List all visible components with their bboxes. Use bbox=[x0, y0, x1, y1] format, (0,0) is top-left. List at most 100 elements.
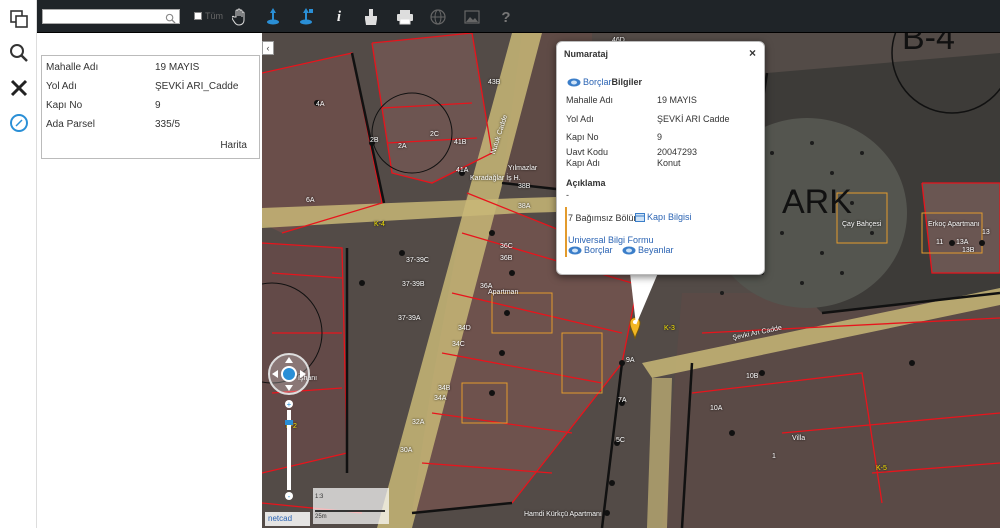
harita-link[interactable]: Harita bbox=[220, 140, 247, 151]
table-icon bbox=[635, 212, 645, 222]
map-label: Hamdi Kürkçü Apartmanı bbox=[524, 511, 602, 518]
info-glyph: i bbox=[336, 8, 342, 25]
popup-row-value: 9 bbox=[657, 132, 663, 142]
popup-row-value: ŞEVKİ ARI Cadde bbox=[657, 114, 730, 124]
map-label: 37-39C bbox=[406, 257, 429, 264]
info-row-value: 19 MAYIS bbox=[155, 62, 200, 73]
globe-icon[interactable] bbox=[427, 6, 449, 28]
popup-row-label: Yol Adı bbox=[566, 114, 594, 124]
map-label: B-4 bbox=[902, 33, 955, 57]
app-root: 46D46C3A46B43B4A2B2A2C41B41A6A38B38A36C3… bbox=[0, 0, 1000, 528]
measure-area-icon[interactable] bbox=[295, 6, 317, 28]
aciklama-label: Açıklama bbox=[566, 178, 606, 188]
brand-text: netcad bbox=[268, 514, 293, 523]
map-label: 13A bbox=[956, 239, 969, 246]
map-label: 38A bbox=[518, 203, 531, 210]
map-label: Villa bbox=[792, 435, 806, 442]
search-input[interactable] bbox=[42, 9, 180, 24]
layers-icon[interactable] bbox=[6, 6, 32, 32]
popup-row-value: 19 MAYIS bbox=[657, 95, 697, 105]
popup-row-label: Kapı Adı bbox=[566, 158, 601, 168]
map-label: 13B bbox=[962, 247, 975, 254]
map-label: 34A bbox=[434, 395, 447, 402]
map-label: K-4 bbox=[374, 221, 385, 228]
all-checkbox-label: Tüm bbox=[205, 11, 223, 21]
borclar-link-text: Borçlar bbox=[583, 77, 612, 87]
map-label: 41A bbox=[456, 167, 469, 174]
pan-control[interactable] bbox=[268, 353, 310, 395]
map-label: 10A bbox=[710, 405, 723, 412]
map-label: 9A bbox=[626, 357, 635, 364]
kapi-bilgisi-link[interactable]: Kapı Bilgisi bbox=[635, 212, 692, 222]
svg-text:+: + bbox=[287, 400, 292, 409]
pan-hand-icon[interactable] bbox=[229, 6, 251, 28]
section-divider bbox=[565, 207, 567, 257]
map-label: 34D bbox=[458, 325, 471, 332]
eye-link-icon bbox=[568, 246, 582, 254]
info-icon[interactable]: i bbox=[328, 6, 350, 28]
search-icon[interactable] bbox=[6, 40, 32, 66]
scale-line bbox=[315, 510, 385, 512]
map-label: 4A bbox=[316, 101, 325, 108]
aciklama-value: - bbox=[566, 190, 569, 200]
map-label: 2A bbox=[398, 143, 407, 150]
scale-label: 1:3 bbox=[315, 494, 324, 500]
collapse-panel-button[interactable]: ‹ bbox=[262, 41, 274, 55]
eye-link-icon bbox=[567, 78, 581, 86]
map-label: 7A bbox=[618, 397, 627, 404]
left-toolbar bbox=[0, 0, 37, 528]
map-label: 6A bbox=[306, 197, 315, 204]
help-glyph: ? bbox=[501, 8, 511, 26]
map-label: 10B bbox=[746, 373, 759, 380]
eye-link-icon bbox=[622, 246, 636, 254]
image-icon[interactable] bbox=[461, 6, 483, 28]
info-row-label: Yol Adı bbox=[46, 81, 77, 92]
map-label: Çay Bahçesi bbox=[842, 221, 882, 228]
beyanlar-text: Beyanlar bbox=[638, 245, 674, 255]
map-label: Erkoç Apartmanı bbox=[928, 221, 980, 228]
map-label: 43B bbox=[488, 79, 501, 86]
map-label: 41B bbox=[454, 139, 467, 146]
zoom-slider[interactable]: + - bbox=[284, 400, 294, 501]
map-label: Apartman bbox=[488, 289, 519, 296]
help-icon[interactable]: ? bbox=[495, 6, 517, 28]
beyanlar-link[interactable]: Beyanlar bbox=[622, 245, 674, 255]
popup-borclar-link[interactable]: Borçlar bbox=[568, 245, 613, 255]
bilgiler-link-text: Bilgiler bbox=[611, 77, 643, 87]
map-label: Karadağlar İş H. bbox=[470, 175, 521, 182]
popup-pointer bbox=[630, 273, 658, 325]
popup-row-label: Uavt Kodu bbox=[566, 147, 609, 157]
map-label: 32A bbox=[412, 419, 425, 426]
eraser-brush-icon[interactable] bbox=[360, 6, 382, 28]
map-label: K-5 bbox=[876, 465, 887, 472]
popup-title: Numarataj bbox=[564, 49, 609, 59]
popup-row-value: Konut bbox=[657, 158, 681, 168]
borclar-bilgiler-link[interactable]: Borçlar Bilgiler bbox=[567, 77, 642, 87]
map-label: 36B bbox=[500, 255, 513, 262]
search-icon[interactable] bbox=[165, 11, 177, 24]
print-icon[interactable] bbox=[394, 6, 416, 28]
map-label: 1 bbox=[772, 453, 776, 460]
popup-row-value: 20047293 bbox=[657, 147, 698, 157]
map-label: 2B bbox=[370, 137, 379, 144]
popup-borclar-text: Borçlar bbox=[584, 245, 613, 255]
numarataj-popup: Numarataj × Borçlar Bilgiler Mahalle Adı … bbox=[556, 41, 765, 275]
info-row-value: 9 bbox=[155, 100, 161, 111]
popup-row-label: Mahalle Adı bbox=[566, 95, 614, 105]
map-label: 2C bbox=[430, 131, 439, 138]
scale-bar: 1:3 25m bbox=[313, 488, 389, 524]
close-icon[interactable]: × bbox=[749, 46, 756, 60]
map-label: 37-39A bbox=[398, 315, 421, 322]
map-label: 30A bbox=[400, 447, 413, 454]
compass-icon[interactable] bbox=[6, 110, 32, 136]
map-label: 11 bbox=[936, 239, 944, 246]
universal-form-link[interactable]: Universal Bilgi Formu bbox=[568, 235, 654, 245]
tools-icon[interactable] bbox=[6, 75, 32, 101]
info-row-value: 335/5 bbox=[155, 119, 181, 130]
all-checkbox[interactable] bbox=[194, 12, 202, 20]
svg-text:-: - bbox=[288, 492, 291, 500]
kapi-bilgisi-text: Kapı Bilgisi bbox=[647, 212, 692, 222]
map-label: 34B bbox=[438, 385, 451, 392]
measure-point-icon[interactable] bbox=[262, 6, 284, 28]
map-label: 13 bbox=[982, 229, 990, 236]
